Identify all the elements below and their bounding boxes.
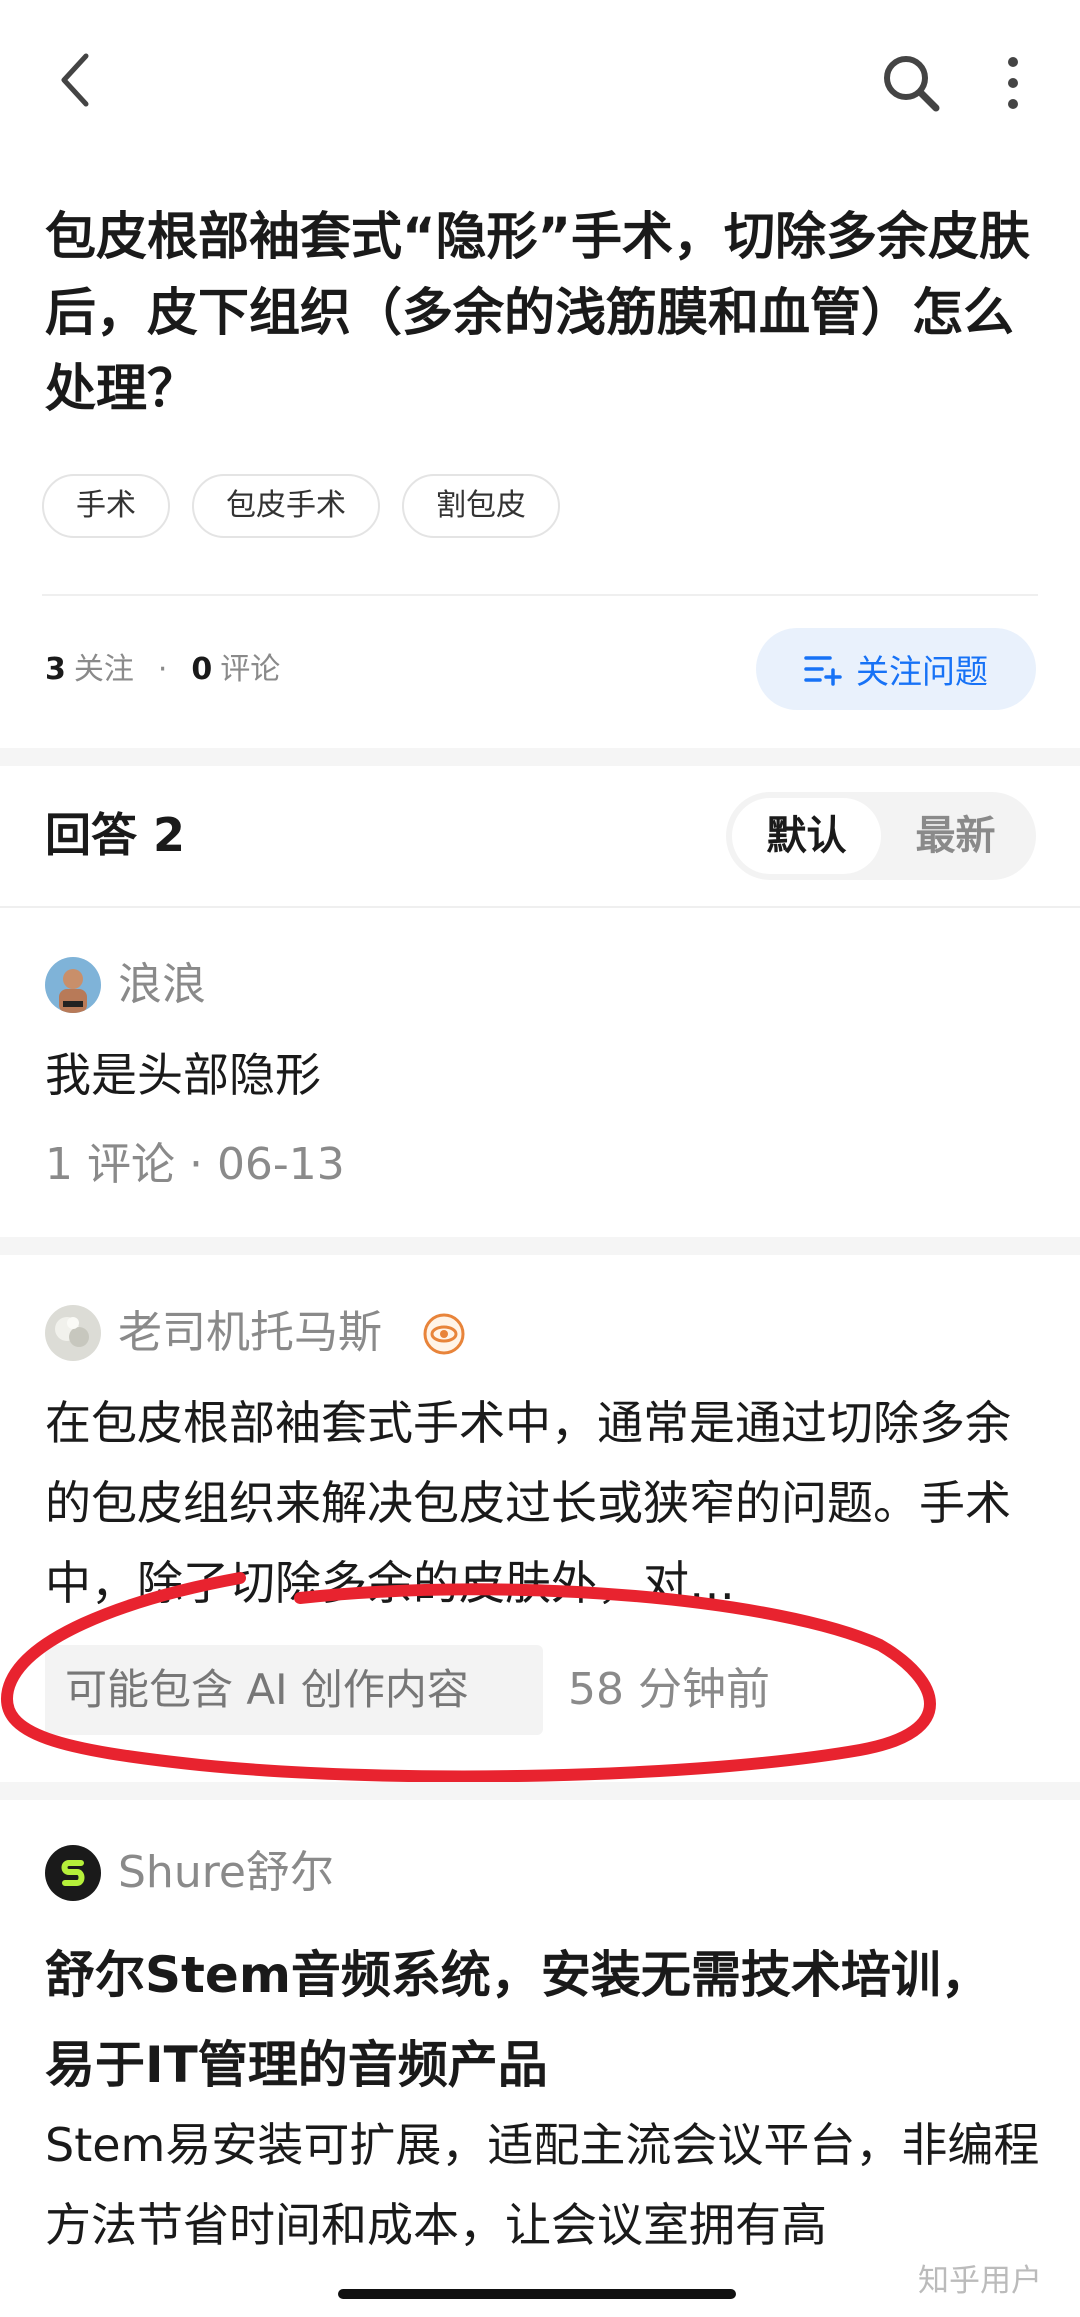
tag-circumcision[interactable]: 割包皮 <box>402 474 560 538</box>
avatar[interactable] <box>45 1305 101 1361</box>
ad-brand[interactable]: Shure舒尔 <box>118 1843 334 1903</box>
answer-meta: 1 评论 · 06-13 <box>45 1139 345 1190</box>
follow-count: 3 <box>45 652 66 687</box>
home-indicator[interactable] <box>338 2289 736 2299</box>
follow-count-label: 关注 <box>73 652 134 687</box>
answer-excerpt[interactable]: 我是头部隐形 <box>45 1035 1040 1115</box>
section-divider <box>0 1237 1080 1255</box>
ad-body[interactable]: Stem易安装可扩展，适配主流会议平台，非编程方法节省时间和成本，让会议室拥有高 <box>45 2105 1040 2265</box>
topic-tags: 手术 包皮手术 割包皮 <box>42 474 560 538</box>
comment-count: 0 <box>191 652 213 687</box>
question-title: 包皮根部袖套式“隐形”手术，切除多余皮肤后，皮下组织（多余的浅筋膜和血管）怎么处… <box>45 208 1031 419</box>
top-bar <box>0 0 1080 165</box>
follow-question-button[interactable]: 关注问题 <box>756 628 1036 710</box>
author-name[interactable]: 浪浪 <box>118 955 206 1015</box>
separator-dot: · <box>157 652 168 687</box>
sort-toggle: 默认 最新 <box>726 792 1036 880</box>
follow-question-label: 关注问题 <box>856 652 988 691</box>
shure-logo-icon <box>45 1845 101 1901</box>
eye-badge-icon <box>423 1313 465 1355</box>
answer-excerpt[interactable]: 在包皮根部袖套式手术中，通常是通过切除多余的包皮组织来解决包皮过长或狭窄的问题。… <box>45 1383 1040 1623</box>
search-icon <box>884 56 940 112</box>
tag-surgery[interactable]: 手术 <box>42 474 170 538</box>
section-divider <box>0 748 1080 766</box>
sort-default-tab[interactable]: 默认 <box>732 798 881 874</box>
search-button[interactable] <box>880 52 942 114</box>
chevron-left-icon <box>61 53 89 107</box>
add-list-icon <box>804 656 842 686</box>
watermark: 知乎用户 <box>918 2263 1042 2299</box>
question-stats: 3 关注 · 0 评论 <box>45 645 280 695</box>
more-vertical-icon <box>1008 57 1018 109</box>
sort-latest-tab[interactable]: 最新 <box>881 798 1030 874</box>
divider <box>0 906 1080 908</box>
divider <box>42 594 1038 596</box>
author-name[interactable]: 老司机托马斯 <box>118 1303 382 1363</box>
answers-header: 回答 2 <box>45 808 186 862</box>
back-button[interactable] <box>48 50 108 110</box>
tag-foreskin-surgery[interactable]: 包皮手术 <box>192 474 380 538</box>
comment-count-label[interactable]: 评论 <box>220 645 280 695</box>
answer-time: 58 分钟前 <box>568 1664 770 1715</box>
more-options-button[interactable] <box>995 52 1031 114</box>
ai-content-label: 可能包含 AI 创作内容 <box>45 1645 543 1735</box>
ad-title[interactable]: 舒尔Stem音频系统，安装无需技术培训，易于IT管理的音频产品 <box>45 1930 1040 2110</box>
section-divider <box>0 1782 1080 1800</box>
avatar[interactable] <box>45 957 101 1013</box>
